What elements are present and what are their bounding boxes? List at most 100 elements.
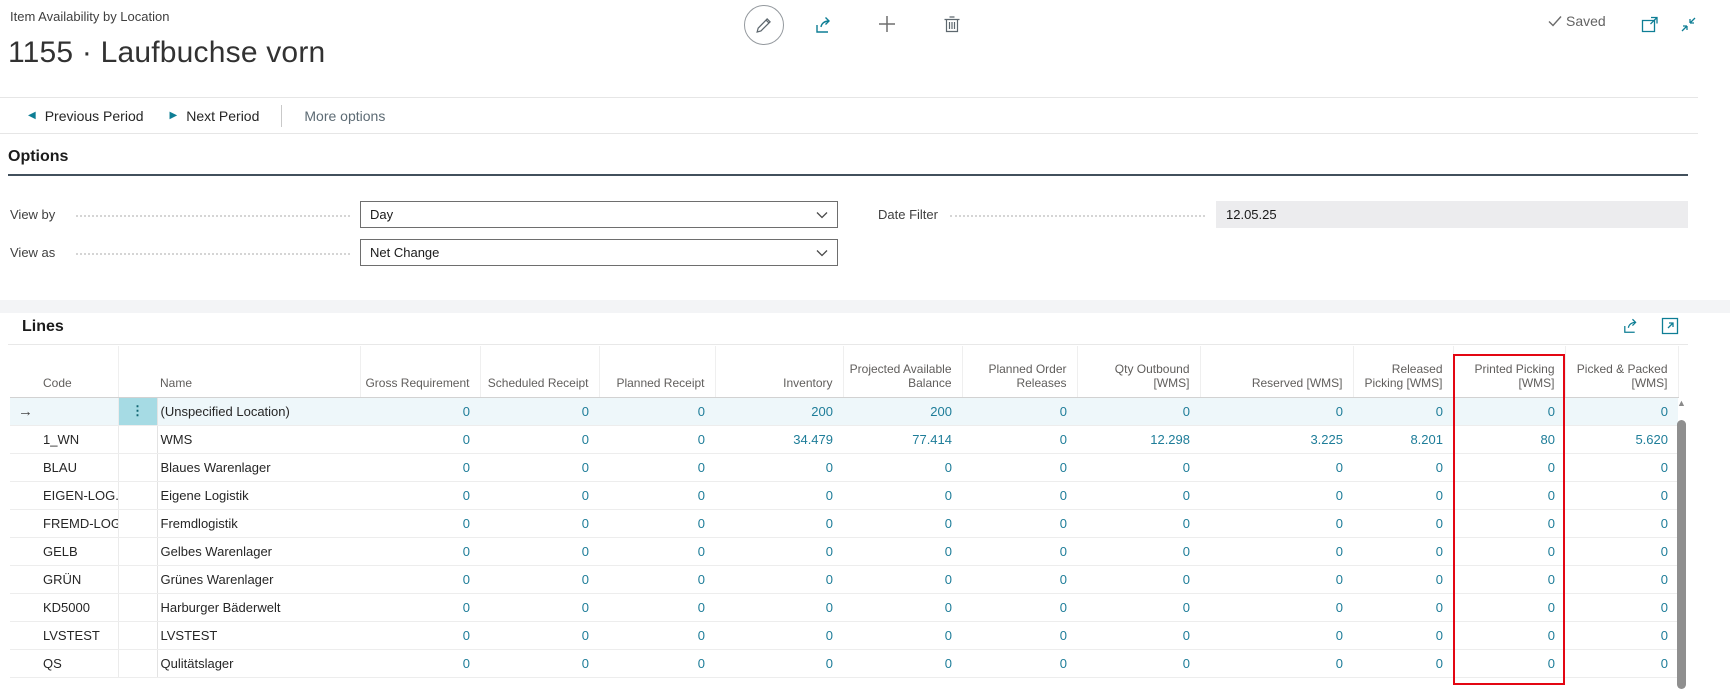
lines-focus-mode-button[interactable] (1658, 315, 1682, 337)
value-cell-inventory[interactable]: 0 (715, 649, 843, 677)
value-cell-projected-available-balance[interactable]: 0 (843, 537, 962, 565)
name-cell[interactable]: (Unspecified Location) (157, 397, 360, 425)
value-cell-qty-outbound-wms-[interactable]: 0 (1077, 397, 1200, 425)
value-cell-reserved-wms-[interactable]: 0 (1200, 621, 1353, 649)
share-button[interactable] (812, 13, 838, 37)
value-cell-picked-packed-wms-[interactable]: 0 (1565, 593, 1678, 621)
name-cell[interactable]: Grünes Warenlager (157, 565, 360, 593)
value-cell-picked-packed-wms-[interactable]: 0 (1565, 565, 1678, 593)
column-header-picked-packed-wms-[interactable]: Picked & Packed [WMS] (1565, 346, 1678, 397)
value-cell-reserved-wms-[interactable]: 0 (1200, 649, 1353, 677)
value-cell-inventory[interactable]: 0 (715, 593, 843, 621)
value-cell-printed-picking-wms-[interactable]: 0 (1453, 481, 1565, 509)
value-cell-scheduled-receipt[interactable]: 0 (480, 537, 599, 565)
value-cell-printed-picking-wms-[interactable]: 0 (1453, 453, 1565, 481)
value-cell-picked-packed-wms-[interactable]: 5.620 (1565, 425, 1678, 453)
value-cell-reserved-wms-[interactable]: 0 (1200, 565, 1353, 593)
table-row[interactable]: →⋮(Unspecified Location)000200200000000 (10, 397, 1678, 425)
row-ellipsis-menu-button[interactable]: ⋮ (119, 398, 157, 425)
table-row[interactable]: GELBGelbes Warenlager00000000000 (10, 537, 1678, 565)
code-cell[interactable]: GRÜN (40, 565, 118, 593)
name-cell[interactable]: Blaues Warenlager (157, 453, 360, 481)
value-cell-gross-requirement[interactable]: 0 (360, 565, 480, 593)
value-cell-gross-requirement[interactable]: 0 (360, 481, 480, 509)
value-cell-gross-requirement[interactable]: 0 (360, 397, 480, 425)
value-cell-planned-receipt[interactable]: 0 (599, 621, 715, 649)
value-cell-inventory[interactable]: 200 (715, 397, 843, 425)
value-cell-released-picking-wms-[interactable]: 0 (1353, 565, 1453, 593)
value-cell-planned-receipt[interactable]: 0 (599, 593, 715, 621)
table-row[interactable]: EIGEN-LOG.Eigene Logistik00000000000 (10, 481, 1678, 509)
value-cell-planned-order-releases[interactable]: 0 (962, 453, 1077, 481)
lines-share-button[interactable] (1620, 315, 1644, 337)
code-cell[interactable]: FREMD-LOG. (40, 509, 118, 537)
code-cell[interactable]: LVSTEST (40, 621, 118, 649)
value-cell-planned-receipt[interactable]: 0 (599, 537, 715, 565)
value-cell-released-picking-wms-[interactable]: 0 (1353, 453, 1453, 481)
name-cell[interactable]: Harburger Bäderwelt (157, 593, 360, 621)
value-cell-reserved-wms-[interactable]: 0 (1200, 593, 1353, 621)
value-cell-printed-picking-wms-[interactable]: 0 (1453, 621, 1565, 649)
value-cell-planned-order-releases[interactable]: 0 (962, 397, 1077, 425)
value-cell-printed-picking-wms-[interactable]: 80 (1453, 425, 1565, 453)
value-cell-released-picking-wms-[interactable]: 0 (1353, 537, 1453, 565)
value-cell-reserved-wms-[interactable]: 0 (1200, 481, 1353, 509)
code-cell[interactable] (40, 397, 118, 425)
column-header-code[interactable]: Code (40, 346, 118, 397)
code-cell[interactable]: EIGEN-LOG. (40, 481, 118, 509)
value-cell-planned-order-releases[interactable]: 0 (962, 621, 1077, 649)
value-cell-qty-outbound-wms-[interactable]: 0 (1077, 621, 1200, 649)
open-in-new-window-button[interactable] (1638, 12, 1662, 36)
value-cell-printed-picking-wms-[interactable]: 0 (1453, 565, 1565, 593)
column-header-reserved-wms-[interactable]: Reserved [WMS] (1200, 346, 1353, 397)
value-cell-gross-requirement[interactable]: 0 (360, 509, 480, 537)
code-cell[interactable]: GELB (40, 537, 118, 565)
value-cell-reserved-wms-[interactable]: 0 (1200, 537, 1353, 565)
value-cell-projected-available-balance[interactable]: 0 (843, 453, 962, 481)
table-row[interactable]: FREMD-LOG.Fremdlogistik00000000000 (10, 509, 1678, 537)
value-cell-picked-packed-wms-[interactable]: 0 (1565, 537, 1678, 565)
value-cell-released-picking-wms-[interactable]: 8.201 (1353, 425, 1453, 453)
name-cell[interactable]: Qulitätslager (157, 649, 360, 677)
value-cell-scheduled-receipt[interactable]: 0 (480, 453, 599, 481)
column-header-qty-outbound-wms-[interactable]: Qty Outbound [WMS] (1077, 346, 1200, 397)
value-cell-scheduled-receipt[interactable]: 0 (480, 621, 599, 649)
value-cell-gross-requirement[interactable]: 0 (360, 593, 480, 621)
table-row[interactable]: QSQulitätslager00000000000 (10, 649, 1678, 677)
column-header-name[interactable]: Name (157, 346, 360, 397)
add-button[interactable] (874, 12, 900, 36)
next-period-button[interactable]: ▶ Next Period (170, 108, 260, 124)
value-cell-planned-order-releases[interactable]: 0 (962, 649, 1077, 677)
name-cell[interactable]: Gelbes Warenlager (157, 537, 360, 565)
value-cell-released-picking-wms-[interactable]: 0 (1353, 509, 1453, 537)
table-row[interactable]: KD5000Harburger Bäderwelt00000000000 (10, 593, 1678, 621)
code-cell[interactable]: BLAU (40, 453, 118, 481)
value-cell-gross-requirement[interactable]: 0 (360, 537, 480, 565)
value-cell-scheduled-receipt[interactable]: 0 (480, 649, 599, 677)
value-cell-planned-receipt[interactable]: 0 (599, 425, 715, 453)
value-cell-gross-requirement[interactable]: 0 (360, 649, 480, 677)
value-cell-planned-receipt[interactable]: 0 (599, 649, 715, 677)
value-cell-scheduled-receipt[interactable]: 0 (480, 425, 599, 453)
value-cell-planned-order-releases[interactable]: 0 (962, 425, 1077, 453)
value-cell-qty-outbound-wms-[interactable]: 0 (1077, 481, 1200, 509)
value-cell-picked-packed-wms-[interactable]: 0 (1565, 621, 1678, 649)
column-header-gross-requirement[interactable]: Gross Requirement (360, 346, 480, 397)
code-cell[interactable]: KD5000 (40, 593, 118, 621)
value-cell-released-picking-wms-[interactable]: 0 (1353, 649, 1453, 677)
value-cell-planned-receipt[interactable]: 0 (599, 481, 715, 509)
column-header-released-picking-wms-[interactable]: Released Picking [WMS] (1353, 346, 1453, 397)
value-cell-gross-requirement[interactable]: 0 (360, 621, 480, 649)
value-cell-printed-picking-wms-[interactable]: 0 (1453, 649, 1565, 677)
value-cell-projected-available-balance[interactable]: 200 (843, 397, 962, 425)
column-header-planned-order-releases[interactable]: Planned Order Releases (962, 346, 1077, 397)
column-header-planned-receipt[interactable]: Planned Receipt (599, 346, 715, 397)
table-row[interactable]: 1_WNWMS00034.47977.414012.2983.2258.2018… (10, 425, 1678, 453)
value-cell-projected-available-balance[interactable]: 0 (843, 565, 962, 593)
collapse-button[interactable] (1676, 12, 1700, 36)
value-cell-printed-picking-wms-[interactable]: 0 (1453, 397, 1565, 425)
value-cell-picked-packed-wms-[interactable]: 0 (1565, 509, 1678, 537)
name-cell[interactable]: Eigene Logistik (157, 481, 360, 509)
value-cell-projected-available-balance[interactable]: 77.414 (843, 425, 962, 453)
value-cell-released-picking-wms-[interactable]: 0 (1353, 481, 1453, 509)
